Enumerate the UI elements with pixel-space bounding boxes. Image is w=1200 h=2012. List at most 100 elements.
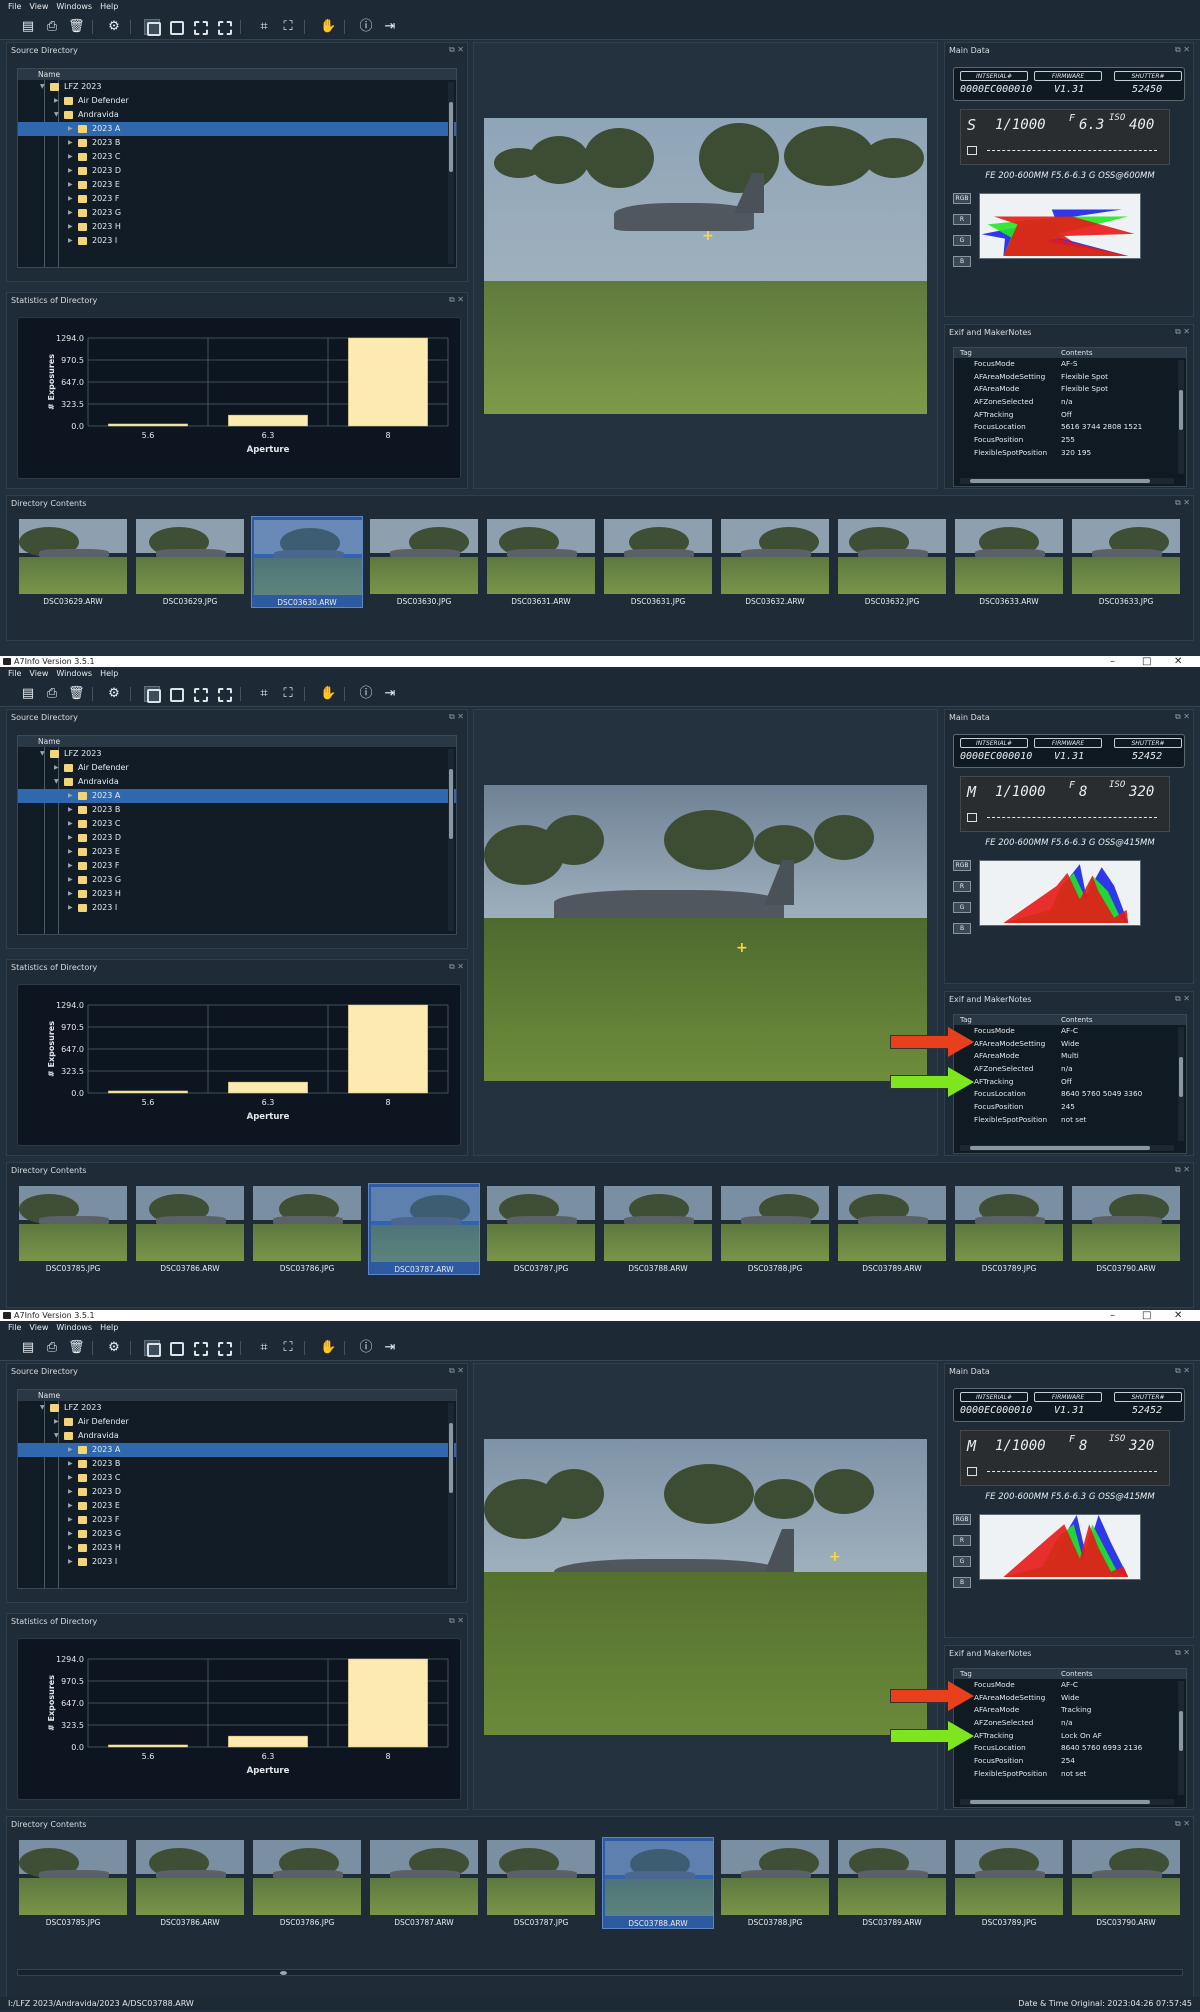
exif-row[interactable]: FlexibleSpotPosition not set <box>954 1114 1186 1127</box>
tree-scrollbar[interactable] <box>448 749 454 931</box>
tree-item[interactable]: ▶ 2023 E <box>18 845 456 859</box>
exif-row[interactable]: AFTracking Lock On AF <box>954 1730 1186 1743</box>
exif-row[interactable]: FocusPosition 255 <box>954 434 1186 447</box>
tree-item[interactable]: ▶ 2023 H <box>18 1541 456 1555</box>
tree-item[interactable]: ▶ 2023 B <box>18 1457 456 1471</box>
menu-file[interactable]: File <box>8 1323 21 1332</box>
tree-item[interactable]: ▶ 2023 E <box>18 1499 456 1513</box>
thumbnail-item[interactable]: DSC03785.JPG <box>17 1837 129 1929</box>
expand-arrow-icon[interactable]: ▶ <box>68 1555 73 1569</box>
collapse-arrow-icon[interactable]: ▼ <box>40 1401 45 1415</box>
thumbnail-item[interactable]: DSC03788.ARW <box>602 1837 714 1929</box>
menu-windows[interactable]: Windows <box>56 2 92 11</box>
maximize-button[interactable]: □ <box>1142 1310 1151 1321</box>
menu-help[interactable]: Help <box>100 2 118 11</box>
hand-icon[interactable]: ✋ <box>320 19 336 35</box>
expand-arrow-icon[interactable]: ▶ <box>68 220 73 234</box>
panel-window-buttons[interactable]: ⧉ ✕ <box>449 1616 464 1626</box>
expand-arrow-icon[interactable]: ▶ <box>68 164 73 178</box>
tree-column-header[interactable]: Name <box>18 736 456 747</box>
channel-button-r[interactable]: R <box>953 214 971 225</box>
thumbnail-item[interactable]: DSC03786.ARW <box>134 1183 246 1275</box>
save-icon[interactable]: ▤ <box>20 686 36 702</box>
focus-frame-icon[interactable] <box>144 686 161 703</box>
delete-icon[interactable]: 🗑 <box>68 686 85 702</box>
thumbnail-item[interactable]: DSC03788.JPG <box>719 1837 831 1929</box>
thumbnail-item[interactable]: DSC03789.ARW <box>836 1837 948 1929</box>
tree-item[interactable]: ▶ 2023 B <box>18 136 456 150</box>
expand-arrow-icon[interactable]: ▶ <box>68 178 73 192</box>
exif-row[interactable]: AFZoneSelected n/a <box>954 1063 1186 1076</box>
expand-arrow-icon[interactable]: ▶ <box>68 1499 73 1513</box>
thumbnail-item[interactable]: DSC03629.JPG <box>134 516 246 608</box>
tree-item[interactable]: ▶ Air Defender <box>18 94 456 108</box>
tree-item[interactable]: ▼ LFZ 2023 <box>18 747 456 761</box>
expand-arrow-icon[interactable]: ▶ <box>68 817 73 831</box>
expand-arrow-icon[interactable]: ▶ <box>68 1485 73 1499</box>
panel-window-buttons[interactable]: ⧉ ✕ <box>1175 1165 1190 1175</box>
tree-scrollbar[interactable] <box>448 82 454 264</box>
save-icon[interactable]: ▤ <box>20 1340 36 1356</box>
focus-frame-icon[interactable] <box>144 1340 161 1357</box>
expand-arrow-icon[interactable]: ▶ <box>68 803 73 817</box>
exif-row[interactable]: AFTracking Off <box>954 1076 1186 1089</box>
expand-arrow-icon[interactable]: ▶ <box>68 859 73 873</box>
exif-row[interactable]: FocusPosition 254 <box>954 1755 1186 1768</box>
focus-multi-icon[interactable] <box>192 686 208 702</box>
tree-item[interactable]: ▶ 2023 F <box>18 1513 456 1527</box>
exif-row[interactable]: AFAreaMode Multi <box>954 1050 1186 1063</box>
close-window-button[interactable]: ✕ <box>1174 1310 1182 1321</box>
hand-icon[interactable]: ✋ <box>320 686 336 702</box>
thumbnail-item[interactable]: DSC03633.ARW <box>953 516 1065 608</box>
thumbnail-item[interactable]: DSC03789.JPG <box>953 1183 1065 1275</box>
tree-item[interactable]: ▼ LFZ 2023 <box>18 80 456 94</box>
print-icon[interactable]: ⎙ <box>44 19 60 35</box>
scrollbar-thumb[interactable] <box>970 479 1150 483</box>
focus-person-icon[interactable] <box>168 19 184 35</box>
fullscreen-icon[interactable]: ⛶ <box>280 19 296 35</box>
thumbnail-item[interactable]: DSC03789.ARW <box>836 1183 948 1275</box>
exif-row[interactable]: AFAreaModeSetting Wide <box>954 1038 1186 1051</box>
directory-tree[interactable]: Name ▼ LFZ 2023 ▶ Air Defender ▼ Andravida ▶ 202… <box>17 735 457 935</box>
exif-row[interactable]: FocusLocation 8640 5760 6993 2136 <box>954 1742 1186 1755</box>
exit-icon[interactable]: ⇥ <box>382 19 398 35</box>
tree-item[interactable]: ▶ 2023 E <box>18 178 456 192</box>
tree-item[interactable]: ▶ 2023 D <box>18 164 456 178</box>
main-photo[interactable]: + <box>484 118 927 414</box>
tree-scrollbar[interactable] <box>448 1403 454 1585</box>
menu-help[interactable]: Help <box>100 1323 118 1332</box>
thumbnail-item[interactable]: DSC03789.JPG <box>953 1837 1065 1929</box>
exif-row[interactable]: FocusMode AF-C <box>954 1679 1186 1692</box>
thumbnail-item[interactable]: DSC03630.ARW <box>251 516 363 608</box>
exif-row[interactable]: AFAreaMode Tracking <box>954 1704 1186 1717</box>
panel-window-buttons[interactable]: ⧉ ✕ <box>1175 498 1190 508</box>
exif-table[interactable]: Tag Contents FocusMode AF-C AFAreaModeSettin… <box>953 1668 1187 1808</box>
fullscreen-icon[interactable]: ⛶ <box>280 686 296 702</box>
collapse-arrow-icon[interactable]: ▼ <box>40 747 45 761</box>
expand-arrow-icon[interactable]: ▶ <box>68 1471 73 1485</box>
exif-scrollbar[interactable] <box>1178 360 1184 474</box>
expand-arrow-icon[interactable]: ▶ <box>68 150 73 164</box>
fullscreen-icon[interactable]: ⛶ <box>280 1340 296 1356</box>
thumbnail-item[interactable]: DSC03631.ARW <box>485 516 597 608</box>
tree-item[interactable]: ▶ 2023 I <box>18 901 456 915</box>
thumbnail-item[interactable]: DSC03790.ARW <box>1070 1183 1182 1275</box>
channel-button-g[interactable]: G <box>953 235 971 246</box>
tree-item[interactable]: ▶ 2023 A <box>18 1443 456 1457</box>
focus-off-icon[interactable] <box>216 19 232 35</box>
exif-tag-header[interactable]: Tag <box>960 1015 972 1025</box>
close-window-button[interactable]: ✕ <box>1174 656 1182 667</box>
menu-view[interactable]: View <box>29 669 48 678</box>
expand-arrow-icon[interactable]: ▶ <box>68 845 73 859</box>
scrollbar-thumb[interactable] <box>449 1423 453 1493</box>
tree-item[interactable]: ▼ LFZ 2023 <box>18 1401 456 1415</box>
menu-help[interactable]: Help <box>100 669 118 678</box>
settings-icon[interactable]: ⚙ <box>106 1340 122 1356</box>
channel-button-g[interactable]: G <box>953 1556 971 1567</box>
expand-arrow-icon[interactable]: ▶ <box>68 1527 73 1541</box>
exif-table[interactable]: Tag Contents FocusMode AF-C AFAreaModeSettin… <box>953 1014 1187 1154</box>
focus-person-icon[interactable] <box>168 1340 184 1356</box>
exif-contents-header[interactable]: Contents <box>1061 1669 1093 1679</box>
channel-button-rgb[interactable]: RGB <box>953 193 971 204</box>
tree-item[interactable]: ▶ 2023 G <box>18 873 456 887</box>
